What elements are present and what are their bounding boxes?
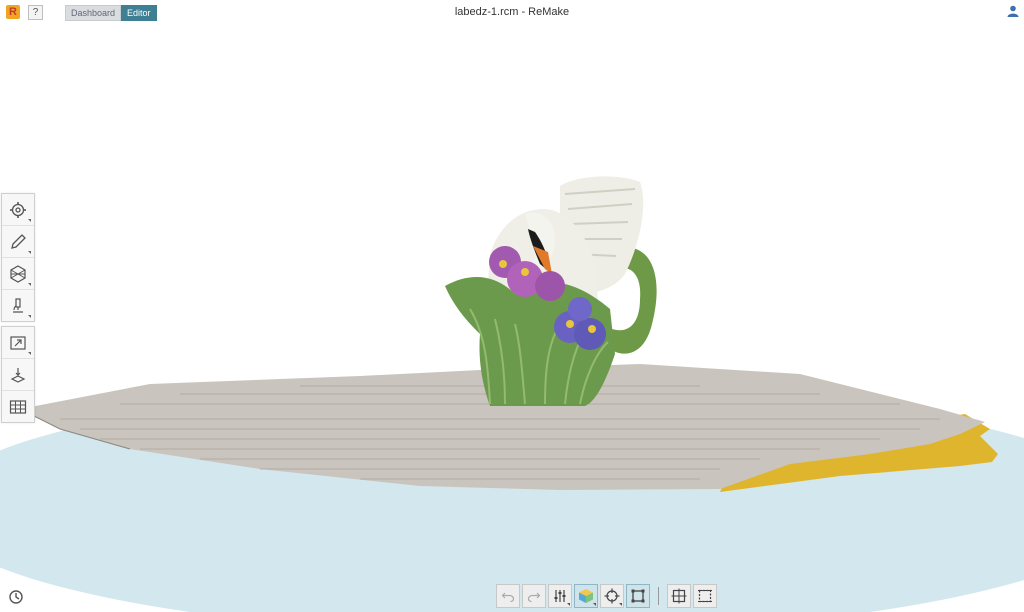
settings-button[interactable] (2, 194, 34, 226)
caret-icon (28, 283, 31, 286)
measure-button[interactable] (693, 584, 717, 608)
mesh-icon (10, 264, 26, 283)
user-icon[interactable] (1006, 4, 1020, 18)
table-button[interactable] (2, 391, 34, 422)
pencil-icon (11, 233, 26, 249)
crosshair-icon (604, 588, 620, 604)
export-button[interactable] (2, 327, 34, 359)
caret-icon (28, 219, 31, 222)
sync-icon[interactable] (8, 589, 24, 605)
caret-icon (567, 603, 570, 606)
export-icon (10, 335, 26, 350)
bottom-toolbar (496, 584, 719, 608)
edit-button[interactable] (2, 226, 34, 258)
bounding-box-icon (631, 589, 645, 603)
analyze-button[interactable] (2, 290, 34, 321)
3d-viewport[interactable] (0, 24, 1024, 612)
caret-icon (593, 603, 596, 606)
adjust-button[interactable] (548, 584, 572, 608)
measure-icon (698, 589, 712, 603)
mesh-button[interactable] (2, 258, 34, 290)
side-toolbar-group-2 (1, 326, 35, 423)
window-title: labedz-1.rcm - ReMake (454, 6, 570, 18)
fit-view-button[interactable] (667, 584, 691, 608)
caret-icon (28, 251, 31, 254)
redo-icon (527, 592, 541, 603)
side-toolbar-group-1 (1, 193, 35, 322)
caret-icon (28, 352, 31, 355)
microscope-icon (13, 297, 23, 313)
redo-button[interactable] (522, 584, 546, 608)
cube-icon (579, 589, 593, 603)
bounding-box-button[interactable] (626, 584, 650, 608)
undo-icon (501, 592, 515, 603)
toolbar-separator (658, 587, 659, 605)
print-3d-button[interactable] (2, 359, 34, 391)
scene-canvas (0, 176, 1024, 612)
title-bar: R ? Dashboard Editor labedz-1.rcm - ReMa… (0, 0, 1024, 24)
caret-icon (28, 315, 31, 318)
settings-icon (10, 201, 26, 218)
table-icon (9, 399, 27, 414)
sliders-icon (554, 590, 566, 602)
print-3d-icon (10, 367, 26, 383)
fit-view-icon (671, 588, 687, 604)
render-mode-button[interactable] (574, 584, 598, 608)
undo-button[interactable] (496, 584, 520, 608)
pivot-button[interactable] (600, 584, 624, 608)
caret-icon (619, 603, 622, 606)
